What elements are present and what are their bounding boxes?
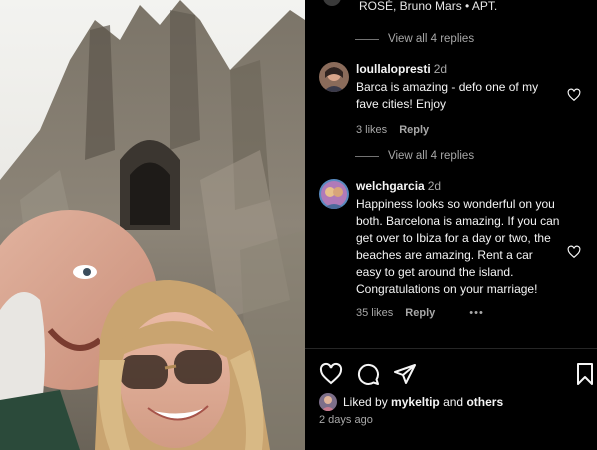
post-date: 2 days ago bbox=[319, 414, 373, 426]
comment-time: 2d bbox=[433, 62, 448, 76]
replies-dash bbox=[355, 38, 379, 40]
comment-item: loullalopresti 2d Barca is amazing - defo… bbox=[319, 62, 581, 142]
likes-and: and bbox=[443, 395, 464, 409]
bookmark-icon[interactable] bbox=[573, 362, 597, 386]
comment-text: Barca is amazing - defo one of my fave c… bbox=[356, 80, 539, 111]
more-options-icon[interactable]: ••• bbox=[469, 307, 484, 319]
music-attribution[interactable]: ROSÉ, Bruno Mars • APT. bbox=[359, 0, 497, 13]
view-replies-button[interactable]: View all 4 replies bbox=[355, 33, 474, 45]
comment-username[interactable]: loullalopresti bbox=[356, 62, 431, 76]
likes-prefix: Liked by bbox=[343, 395, 388, 409]
liked-by: Liked by mykeltip and others bbox=[319, 393, 503, 411]
comment-username[interactable]: welchgarcia bbox=[356, 179, 425, 193]
comment-likes[interactable]: 35 likes bbox=[356, 307, 393, 319]
view-replies-button[interactable]: View all 4 replies bbox=[355, 150, 474, 162]
heart-icon[interactable] bbox=[567, 88, 581, 102]
comment-likes[interactable]: 3 likes bbox=[356, 124, 387, 136]
reply-button[interactable]: Reply bbox=[399, 124, 429, 136]
avatar[interactable] bbox=[319, 393, 337, 411]
comments-panel: ROSÉ, Bruno Mars • APT. View all 4 repli… bbox=[305, 0, 597, 450]
comment-text: Happiness looks so wonderful on you both… bbox=[356, 197, 560, 296]
comment-item: welchgarcia 2d Happiness looks so wonderf… bbox=[319, 179, 581, 339]
view-replies-label: View all 4 replies bbox=[388, 150, 475, 162]
heart-icon[interactable] bbox=[319, 362, 343, 386]
likes-others[interactable]: others bbox=[466, 395, 503, 409]
post-action-bar bbox=[319, 362, 593, 386]
comment-icon[interactable] bbox=[356, 362, 380, 386]
send-icon[interactable] bbox=[393, 362, 417, 386]
avatar[interactable] bbox=[319, 62, 349, 92]
heart-icon[interactable] bbox=[567, 245, 581, 259]
comment-time: 2d bbox=[427, 179, 442, 193]
divider bbox=[305, 348, 597, 349]
avatar[interactable] bbox=[319, 179, 349, 209]
music-avatar-icon bbox=[319, 0, 345, 6]
post-photo bbox=[0, 0, 305, 450]
reply-button[interactable]: Reply bbox=[405, 307, 435, 319]
view-replies-label: View all 4 replies bbox=[388, 33, 475, 45]
likes-user[interactable]: mykeltip bbox=[391, 395, 440, 409]
replies-dash bbox=[355, 155, 379, 157]
